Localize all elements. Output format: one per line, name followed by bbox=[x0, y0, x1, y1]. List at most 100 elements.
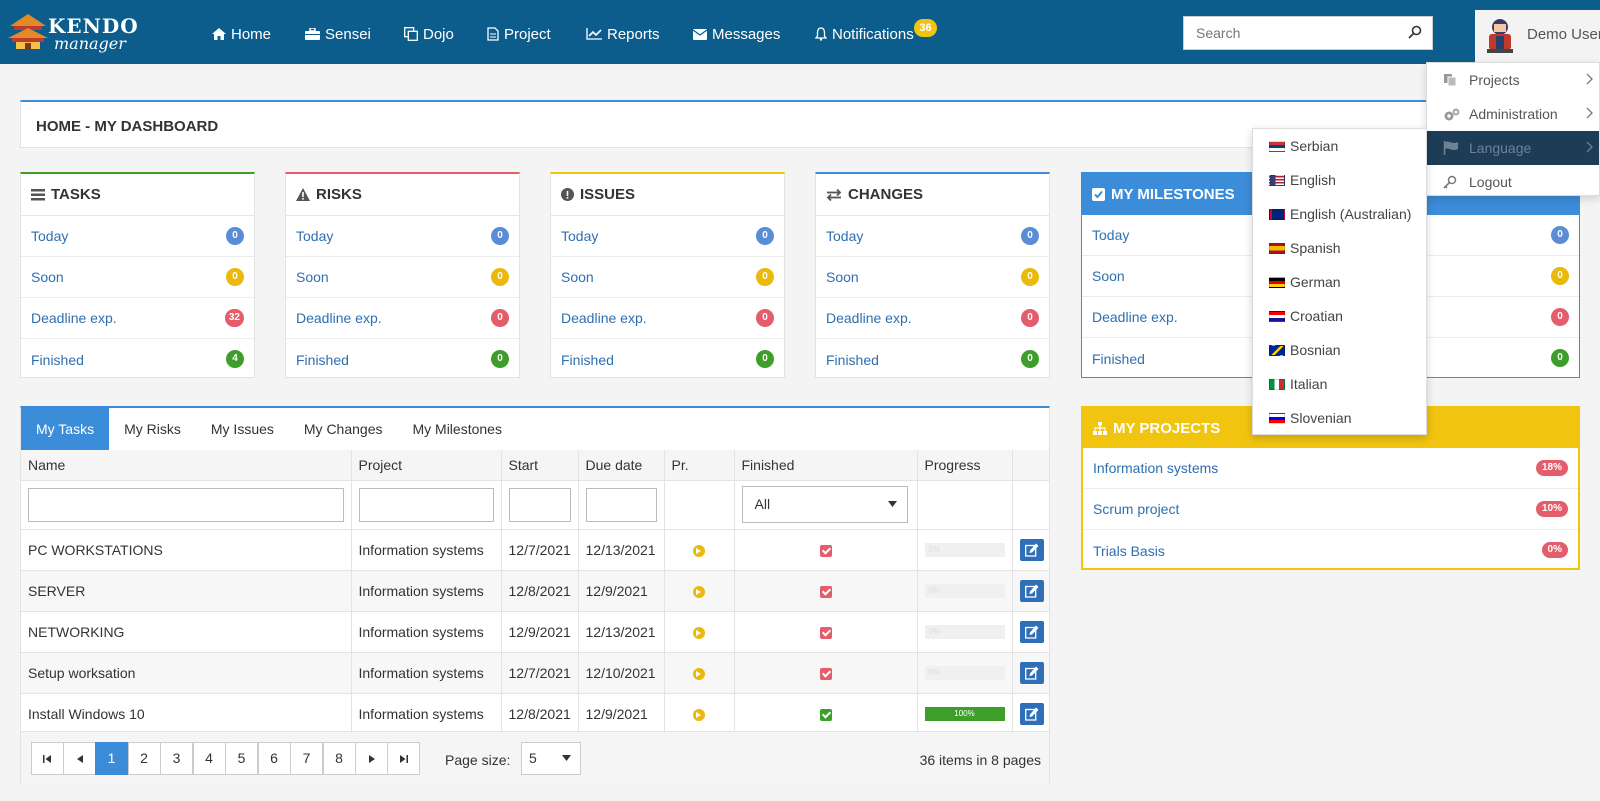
page-button[interactable]: 6 bbox=[257, 742, 291, 775]
page-button[interactable]: 4 bbox=[192, 742, 226, 775]
menu-item-administration-label: Administration bbox=[1469, 106, 1558, 122]
table-row[interactable]: Install Windows 10 Information systems 12/… bbox=[21, 693, 1050, 735]
nav-project[interactable]: Project bbox=[487, 24, 551, 44]
nav-messages[interactable]: Messages bbox=[693, 24, 780, 44]
language-submenu: Serbian English English (Australian) Spa… bbox=[1252, 128, 1427, 435]
menu-item-logout[interactable]: Logout bbox=[1427, 165, 1599, 199]
column-header-start[interactable]: Start bbox=[501, 450, 579, 481]
tasks-soon-link[interactable]: Soon bbox=[31, 269, 64, 285]
menu-item-language[interactable]: Language bbox=[1427, 131, 1599, 165]
column-header-priority[interactable]: Pr. bbox=[664, 450, 735, 481]
table-row[interactable]: Setup worksation Information systems 12/7/… bbox=[21, 652, 1050, 694]
language-option-label: English (Australian) bbox=[1290, 206, 1412, 222]
project-link[interactable]: Scrum project bbox=[1093, 501, 1179, 517]
progress-bar: 0% bbox=[924, 665, 1005, 680]
project-progress-badge: 18% bbox=[1535, 460, 1568, 476]
due-date-filter-input[interactable] bbox=[585, 487, 657, 522]
edit-task-button[interactable] bbox=[1019, 661, 1044, 684]
language-option-spanish[interactable]: Spanish bbox=[1253, 231, 1426, 265]
table-row[interactable]: NETWORKING Information systems 12/9/2021 12… bbox=[21, 611, 1050, 653]
milestones-soon-link[interactable]: Soon bbox=[1092, 268, 1125, 284]
edit-task-button[interactable] bbox=[1019, 579, 1044, 602]
column-header-due-date[interactable]: Due date bbox=[578, 450, 665, 481]
column-header-progress[interactable]: Progress bbox=[917, 450, 1013, 481]
edit-task-button[interactable] bbox=[1019, 702, 1044, 725]
issues-finished-link[interactable]: Finished bbox=[561, 352, 614, 368]
project-filter-input[interactable] bbox=[358, 487, 494, 522]
language-option-italian[interactable]: Italian bbox=[1253, 367, 1426, 401]
column-header-finished[interactable]: Finished bbox=[734, 450, 918, 481]
page-button[interactable]: 3 bbox=[160, 742, 193, 775]
project-link[interactable]: Trials Basis bbox=[1093, 543, 1165, 559]
page-button[interactable]: 7 bbox=[290, 742, 323, 775]
menu-item-administration[interactable]: Administration bbox=[1427, 97, 1599, 131]
issues-deadline-link[interactable]: Deadline exp. bbox=[561, 310, 647, 326]
milestones-deadline-link[interactable]: Deadline exp. bbox=[1092, 309, 1178, 325]
bosnia-flag-icon bbox=[1269, 344, 1285, 356]
tasks-today-link[interactable]: Today bbox=[31, 228, 68, 244]
language-option-english-australian[interactable]: English (Australian) bbox=[1253, 197, 1426, 231]
page-button[interactable]: 5 bbox=[225, 742, 258, 775]
language-option-serbian[interactable]: Serbian bbox=[1253, 129, 1426, 163]
search-input[interactable] bbox=[1184, 17, 1394, 49]
language-option-slovenian[interactable]: Slovenian bbox=[1253, 401, 1426, 435]
changes-today-link[interactable]: Today bbox=[826, 228, 863, 244]
nav-dojo[interactable]: Dojo bbox=[404, 24, 454, 44]
tab-my-issues[interactable]: My Issues bbox=[196, 408, 289, 450]
changes-finished-link[interactable]: Finished bbox=[826, 352, 879, 368]
search-icon[interactable] bbox=[1408, 25, 1422, 39]
risks-soon-link[interactable]: Soon bbox=[296, 269, 329, 285]
project-link[interactable]: Information systems bbox=[1093, 460, 1218, 476]
tab-my-risks[interactable]: My Risks bbox=[109, 408, 196, 450]
milestones-finished-link[interactable]: Finished bbox=[1092, 351, 1145, 367]
tab-my-changes[interactable]: My Changes bbox=[289, 408, 398, 450]
nav-sensei[interactable]: Sensei bbox=[305, 24, 371, 44]
avatar bbox=[1487, 19, 1513, 53]
tasks-finished-link[interactable]: Finished bbox=[31, 352, 84, 368]
tab-my-milestones[interactable]: My Milestones bbox=[397, 408, 516, 450]
language-option-bosnian[interactable]: Bosnian bbox=[1253, 333, 1426, 367]
table-row[interactable]: PC WORKSTATIONS Information systems 12/7/2… bbox=[21, 529, 1050, 571]
prev-page-button[interactable] bbox=[63, 742, 96, 775]
nav-home[interactable]: Home bbox=[212, 24, 271, 44]
start-filter-input[interactable] bbox=[508, 487, 571, 522]
finished-filter-select[interactable]: All bbox=[741, 486, 908, 523]
next-page-button[interactable] bbox=[355, 742, 388, 775]
nav-messages-label: Messages bbox=[712, 25, 781, 43]
page-button[interactable]: 1 bbox=[95, 742, 128, 775]
risks-finished-link[interactable]: Finished bbox=[296, 352, 349, 368]
menu-item-projects[interactable]: Projects bbox=[1427, 63, 1599, 97]
last-page-button[interactable] bbox=[387, 742, 420, 775]
issues-today-link[interactable]: Today bbox=[561, 228, 598, 244]
changes-soon-link[interactable]: Soon bbox=[826, 269, 859, 285]
name-filter-input[interactable] bbox=[28, 487, 344, 522]
edit-task-button[interactable] bbox=[1019, 538, 1044, 561]
nav-reports[interactable]: Reports bbox=[586, 24, 660, 44]
home-icon bbox=[212, 28, 226, 40]
column-header-name[interactable]: Name bbox=[21, 450, 352, 481]
page-button[interactable]: 2 bbox=[127, 742, 161, 775]
page-button[interactable]: 8 bbox=[322, 742, 356, 775]
language-option-german[interactable]: German bbox=[1253, 265, 1426, 299]
progress-bar: 0% bbox=[924, 583, 1005, 598]
milestones-today-link[interactable]: Today bbox=[1092, 227, 1129, 243]
language-option-croatian[interactable]: Croatian bbox=[1253, 299, 1426, 333]
table-row[interactable]: SERVER Information systems 12/8/2021 12/9/2… bbox=[21, 570, 1050, 612]
issues-soon-link[interactable]: Soon bbox=[561, 269, 594, 285]
user-menu-toggle[interactable]: Demo User bbox=[1475, 10, 1600, 64]
edit-task-button[interactable] bbox=[1019, 620, 1044, 643]
exclamation-circle-icon bbox=[561, 188, 574, 201]
risks-deadline-link[interactable]: Deadline exp. bbox=[296, 310, 382, 326]
changes-deadline-link[interactable]: Deadline exp. bbox=[826, 310, 912, 326]
tasks-deadline-link[interactable]: Deadline exp. bbox=[31, 310, 117, 326]
language-option-english[interactable]: English bbox=[1253, 163, 1426, 197]
column-header-project[interactable]: Project bbox=[351, 450, 502, 481]
first-page-button[interactable] bbox=[31, 742, 64, 775]
nav-notifications[interactable]: Notifications bbox=[815, 24, 914, 44]
finished-checkbox-icon bbox=[819, 544, 832, 557]
tab-my-tasks[interactable]: My Tasks bbox=[21, 408, 110, 450]
changes-today-row: Today 0 bbox=[816, 216, 1049, 257]
kendo-manager-logo[interactable]: KENDO manager bbox=[6, 12, 138, 54]
page-size-select[interactable]: 5 bbox=[521, 742, 581, 775]
risks-today-link[interactable]: Today bbox=[296, 228, 333, 244]
